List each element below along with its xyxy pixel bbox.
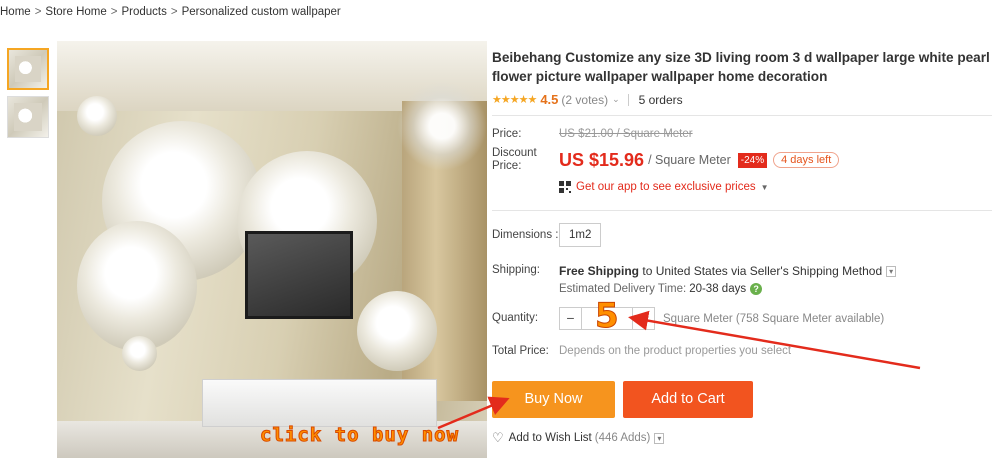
breadcrumb-separator: > (34, 6, 42, 18)
discount-price-row: Discount Price: US $15.96 / Square Meter… (492, 147, 992, 173)
price-label: Price: (492, 128, 522, 140)
availability-text: Square Meter (758 Square Meter available… (663, 312, 885, 325)
total-price-note: Depends on the product properties you se… (559, 345, 792, 357)
thumbnail-1[interactable] (7, 48, 49, 90)
product-main-image[interactable] (57, 41, 487, 458)
shipping-method[interactable]: Free Shipping to United States via Selle… (559, 264, 897, 278)
rating-stars-icon: ★★★★★ (492, 94, 537, 106)
app-offer-text: Get our app to see exclusive prices (576, 181, 756, 193)
app-offer-link[interactable]: Get our app to see exclusive prices ▼ (559, 181, 992, 193)
quantity-decrease-button[interactable]: − (559, 307, 582, 330)
delivery-label: Estimated Delivery Time: (559, 283, 687, 295)
price-unit: / Square Meter (648, 153, 731, 167)
heart-icon: ♡ (492, 430, 504, 445)
qr-code-icon (559, 181, 571, 193)
action-buttons: Buy Now Add to Cart (492, 381, 753, 418)
image-flower (77, 96, 117, 136)
product-meta: ★★★★★ 4.5 (2 votes) ⌄ 5 orders (492, 92, 992, 107)
chevron-down-icon[interactable]: ▾ (654, 432, 665, 444)
total-price-row: Total Price: Depends on the product prop… (492, 345, 992, 358)
delivery-days: 20-38 days (689, 283, 747, 295)
breadcrumb-products[interactable]: Products (121, 6, 166, 18)
delivery-time: Estimated Delivery Time: 20-38 days ? (559, 283, 896, 295)
breadcrumb-separator: > (110, 6, 118, 18)
product-options: Dimensions : 1m2 Shipping: Free Shipping… (492, 210, 992, 358)
thumbnail-list (7, 48, 51, 144)
price-row: Price: US $21.00 / Square Meter (492, 128, 992, 141)
breadcrumb-store-home[interactable]: Store Home (45, 6, 106, 18)
original-price: US $21.00 / Square Meter (559, 128, 693, 140)
caret-down-icon: ▼ (760, 182, 769, 192)
discount-price: US $15.96 (559, 149, 645, 170)
image-flower (77, 221, 197, 351)
thumbnail-2[interactable] (7, 96, 49, 138)
quantity-annotation: 5 (595, 296, 620, 337)
breadcrumb-category[interactable]: Personalized custom wallpaper (182, 6, 341, 18)
image-chandelier (397, 81, 487, 171)
total-price-label: Total Price: (492, 345, 549, 357)
quantity-label: Quantity: (492, 312, 539, 324)
image-flower (357, 291, 437, 371)
chevron-down-icon[interactable]: ▾ (886, 266, 897, 278)
orders-count: 5 orders (638, 92, 683, 107)
divider (627, 93, 629, 106)
breadcrumb-home[interactable]: Home (0, 6, 31, 18)
help-icon[interactable]: ? (750, 283, 763, 295)
wishlist-link[interactable]: ♡ Add to Wish List (446 Adds) ▾ (492, 430, 665, 446)
product-info: Beibehang Customize any size 3D living r… (492, 48, 992, 358)
time-left-badge: 4 days left (773, 152, 840, 168)
buy-now-button[interactable]: Buy Now (492, 381, 615, 418)
dimension-option-1m2[interactable]: 1m2 (559, 223, 602, 247)
shipping-destination: to United States via Seller's Shipping M… (642, 264, 883, 278)
wishlist-count: (446 Adds) (594, 432, 651, 444)
image-tv (245, 231, 353, 319)
add-to-cart-button[interactable]: Add to Cart (623, 381, 753, 418)
thumbnail-image (14, 103, 42, 131)
free-shipping-text: Free Shipping (559, 264, 640, 278)
shipping-label: Shipping: (492, 264, 540, 276)
rating-value: 4.5 (540, 92, 559, 107)
quantity-row: Quantity: − + Square Meter (758 Square M… (492, 307, 992, 330)
click-to-buy-annotation: click to buy now (259, 424, 460, 447)
breadcrumb: Home > Store Home > Products > Personalized cu… (0, 6, 341, 18)
divider (492, 115, 992, 116)
wishlist-label: Add to Wish List (508, 432, 592, 444)
breadcrumb-separator: > (170, 6, 178, 18)
votes-link[interactable]: (2 votes) (561, 93, 608, 107)
product-title: Beibehang Customize any size 3D living r… (492, 50, 990, 84)
discount-badge: -24% (737, 152, 768, 168)
shipping-info: Free Shipping to United States via Selle… (559, 264, 897, 295)
quantity-increase-button[interactable]: + (632, 307, 655, 330)
chevron-down-icon[interactable]: ⌄ (612, 94, 620, 105)
thumbnail-image (15, 56, 41, 82)
shipping-row: Shipping: Free Shipping to United States… (492, 264, 992, 295)
dimensions-row: Dimensions : 1m2 (492, 223, 992, 247)
image-tv-cabinet (202, 379, 437, 427)
discount-price-label: Discount Price: (492, 147, 537, 172)
dimensions-label: Dimensions : (492, 228, 559, 241)
image-flower (122, 336, 157, 371)
